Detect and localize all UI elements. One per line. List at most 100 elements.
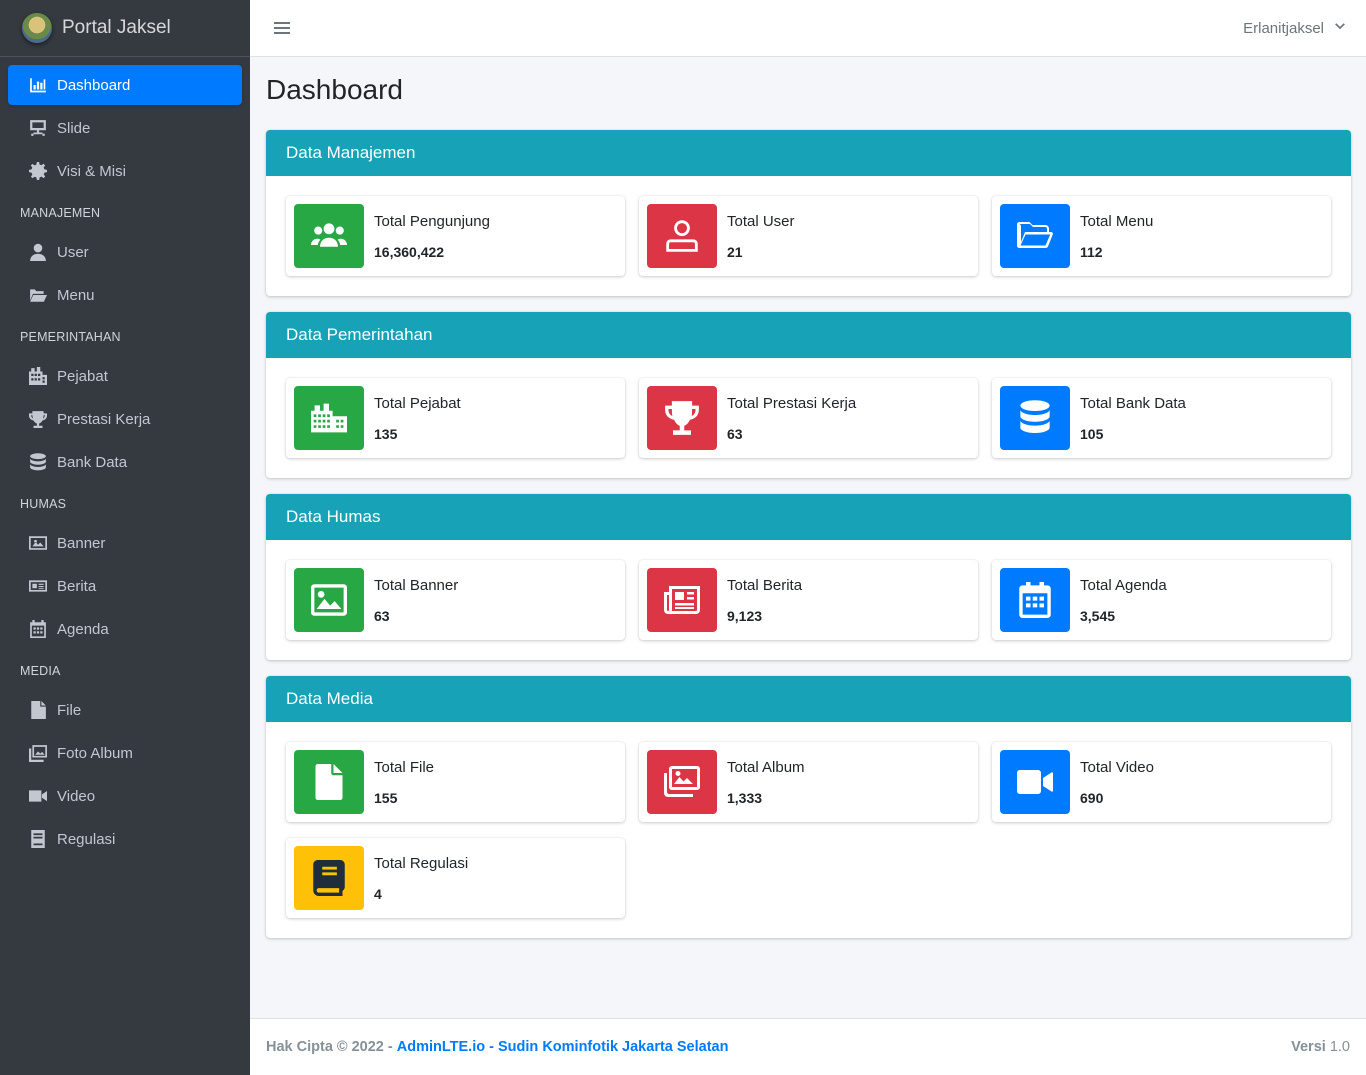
info-box-label: Total User	[727, 212, 795, 230]
info-box-label: Total Pengunjung	[374, 212, 490, 230]
database-icon	[1000, 386, 1070, 450]
info-box-total-prestasi-kerja[interactable]: Total Prestasi Kerja 63	[639, 378, 978, 458]
info-box-label: Total Banner	[374, 576, 459, 594]
chevron-down-icon	[1324, 20, 1346, 37]
sidebar-item-banner[interactable]: Banner	[8, 523, 242, 563]
image-icon	[28, 533, 48, 553]
card-data-manajemen: Data Manajemen Total Pengunjung 16,360,42…	[266, 130, 1351, 296]
sidebar-item-label: Pejabat	[57, 367, 108, 385]
sidebar-item-pejabat[interactable]: Pejabat	[8, 356, 242, 396]
sidebar-item-label: Agenda	[57, 620, 109, 638]
sidebar-item-label: Bank Data	[57, 453, 128, 471]
content-wrapper: Dashboard Data Manajemen Total Pengunjun…	[250, 57, 1366, 954]
nav-header-media: MEDIA	[20, 664, 61, 678]
footer-prefix: Hak Cipta © 2022 -	[266, 1039, 393, 1055]
user-icon	[647, 204, 717, 268]
brand-logo	[22, 13, 52, 43]
database-icon	[28, 452, 48, 472]
info-box-label: Total Agenda	[1080, 576, 1167, 594]
slideshow-icon	[28, 118, 48, 138]
info-box-total-user[interactable]: Total User 21	[639, 196, 978, 276]
trophy-icon	[647, 386, 717, 450]
sidebar-item-slide[interactable]: Slide	[8, 108, 242, 148]
card-header: Data Media	[266, 676, 1351, 722]
footer-link-sudin[interactable]: Sudin Kominfotik Jakarta Selatan	[498, 1039, 728, 1055]
info-box-total-berita[interactable]: Total Berita 9,123	[639, 560, 978, 640]
sidebar: Portal Jaksel Dashboard Slide Visi & Mis…	[0, 0, 250, 1075]
building-icon	[294, 386, 364, 450]
sidebar-item-dashboard[interactable]: Dashboard	[8, 65, 242, 105]
sidebar-item-menu[interactable]: Menu	[8, 275, 242, 315]
info-box-value: 3,545	[1080, 607, 1116, 624]
info-box-total-agenda[interactable]: Total Agenda 3,545	[992, 560, 1331, 640]
sidebar-item-foto-album[interactable]: Foto Album	[8, 733, 242, 773]
info-box-total-bank-data[interactable]: Total Bank Data 105	[992, 378, 1331, 458]
nav-header-manajemen: MANAJEMEN	[20, 206, 101, 220]
sidebar-item-regulasi[interactable]: Regulasi	[8, 819, 242, 859]
version-label: Versi	[1291, 1039, 1326, 1055]
book-icon	[294, 846, 364, 910]
card-data-humas: Data Humas Total Banner 63 Total Berita 9,…	[266, 494, 1351, 660]
info-box-label: Total Pejabat	[374, 394, 461, 412]
info-box-label: Total Regulasi	[374, 854, 469, 872]
sidebar-item-user[interactable]: User	[8, 232, 242, 272]
info-box-label: Total File	[374, 758, 435, 776]
images-icon	[28, 743, 48, 763]
info-box-value: 4	[374, 885, 382, 902]
sidebar-item-prestasi-kerja[interactable]: Prestasi Kerja	[8, 399, 242, 439]
sidebar-item-video[interactable]: Video	[8, 776, 242, 816]
info-box-label: Total Video	[1080, 758, 1154, 776]
newspaper-icon	[28, 576, 48, 596]
file-icon	[28, 700, 48, 720]
footer-separator: -	[489, 1039, 494, 1055]
info-box-total-video[interactable]: Total Video 690	[992, 742, 1331, 822]
info-box-total-pengunjung[interactable]: Total Pengunjung 16,360,422	[286, 196, 625, 276]
user-dropdown[interactable]: Erlanitjaksel	[1243, 20, 1346, 37]
sidebar-item-agenda[interactable]: Agenda	[8, 609, 242, 649]
hamburger-menu-icon[interactable]	[274, 20, 290, 36]
card-data-media: Data Media Total File 155 Total Album 1,33…	[266, 676, 1351, 938]
info-box-total-pejabat[interactable]: Total Pejabat 135	[286, 378, 625, 458]
sidebar-item-label: Prestasi Kerja	[57, 410, 151, 428]
info-box-value: 21	[727, 243, 743, 260]
sidebar-item-visi-misi[interactable]: Visi & Misi	[8, 151, 242, 191]
info-box-value: 135	[374, 425, 398, 442]
footer-version: Versi 1.0	[1291, 1039, 1350, 1055]
info-box-label: Total Berita	[727, 576, 803, 594]
info-box-label: Total Bank Data	[1080, 394, 1186, 412]
calendar-icon	[1000, 568, 1070, 632]
images-icon	[647, 750, 717, 814]
info-box-value: 16,360,422	[374, 243, 445, 260]
info-box-total-menu[interactable]: Total Menu 112	[992, 196, 1331, 276]
sidebar-item-file[interactable]: File	[8, 690, 242, 730]
sidebar-item-label: Video	[57, 787, 96, 805]
info-box-label: Total Album	[727, 758, 805, 776]
trophy-icon	[28, 409, 48, 429]
footer-link-adminlte[interactable]: AdminLTE.io	[397, 1039, 485, 1055]
info-box-total-banner[interactable]: Total Banner 63	[286, 560, 625, 640]
info-box-value: 63	[374, 607, 390, 624]
info-box-total-regulasi[interactable]: Total Regulasi 4	[286, 838, 625, 918]
top-navbar: Erlanitjaksel	[250, 0, 1366, 57]
gear-icon	[28, 161, 48, 181]
info-box-value: 690	[1080, 789, 1104, 806]
info-box-value: 1,333	[727, 789, 763, 806]
sidebar-item-berita[interactable]: Berita	[8, 566, 242, 606]
brand-link[interactable]: Portal Jaksel	[0, 0, 250, 57]
sidebar-item-label: File	[57, 701, 82, 719]
user-name: Erlanitjaksel	[1243, 19, 1324, 37]
card-header: Data Pemerintahan	[266, 312, 1351, 358]
info-box-value: 63	[727, 425, 743, 442]
footer: Hak Cipta © 2022 - AdminLTE.io - Sudin K…	[250, 1018, 1366, 1075]
folder-open-icon	[1000, 204, 1070, 268]
info-box-total-file[interactable]: Total File 155	[286, 742, 625, 822]
folder-open-icon	[28, 285, 48, 305]
sidebar-item-label: Regulasi	[57, 830, 116, 848]
video-icon	[28, 786, 48, 806]
sidebar-item-label: Dashboard	[57, 76, 131, 94]
file-icon	[294, 750, 364, 814]
info-box-value: 155	[374, 789, 398, 806]
sidebar-nav: Dashboard Slide Visi & Misi MANAJEMEN Us…	[0, 57, 250, 859]
sidebar-item-bank-data[interactable]: Bank Data	[8, 442, 242, 482]
info-box-total-album[interactable]: Total Album 1,333	[639, 742, 978, 822]
